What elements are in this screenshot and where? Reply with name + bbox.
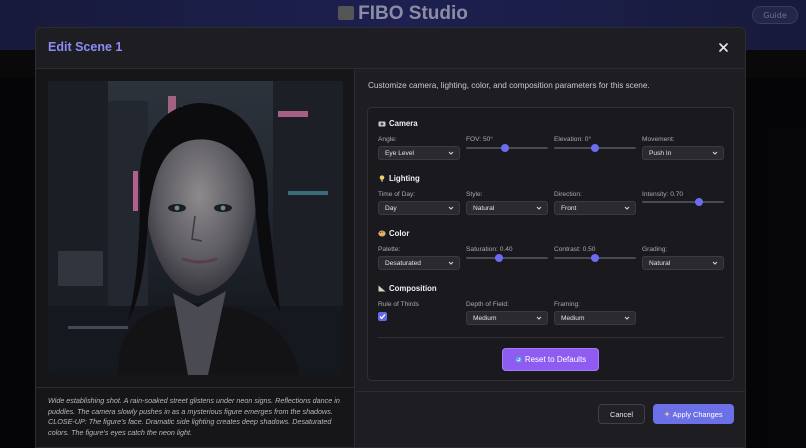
movement-select[interactable]: Push In bbox=[642, 146, 724, 160]
slider-thumb[interactable] bbox=[500, 144, 509, 152]
time-of-day-select[interactable]: Day bbox=[378, 201, 460, 215]
modal-footer: Cancel Apply Changes bbox=[356, 391, 745, 447]
edit-scene-modal: Edit Scene 1 Wide establishing shot. A r… bbox=[35, 27, 746, 448]
chevron-down-icon bbox=[448, 206, 454, 210]
chevron-down-icon bbox=[536, 206, 542, 210]
chevron-down-icon bbox=[448, 151, 454, 155]
saturation-label: Saturation: 0.40 bbox=[466, 246, 513, 253]
scene-preview-image bbox=[48, 81, 343, 375]
angle-label: Angle: bbox=[378, 136, 397, 143]
framing-select[interactable]: Medium bbox=[554, 311, 636, 325]
chevron-down-icon bbox=[624, 206, 630, 210]
palette-value: Desaturated bbox=[385, 259, 421, 267]
fov-label: FOV: 50° bbox=[466, 136, 493, 143]
close-button[interactable] bbox=[715, 39, 731, 55]
direction-value: Front bbox=[561, 204, 577, 212]
rule-of-thirds-label: Rule of Thirds bbox=[378, 301, 419, 308]
slider-thumb[interactable] bbox=[591, 144, 599, 152]
reset-icon bbox=[515, 356, 522, 363]
grading-value: Natural bbox=[649, 259, 671, 267]
guide-button[interactable]: Guide bbox=[752, 6, 798, 24]
close-icon bbox=[718, 42, 728, 52]
intensity-label: Intensity: 0.70 bbox=[642, 191, 684, 198]
slider-track bbox=[466, 257, 548, 260]
angle-select[interactable]: Eye Level bbox=[378, 146, 460, 160]
chevron-down-icon bbox=[536, 316, 542, 320]
scene-description: Wide establishing shot. A rain-soaked st… bbox=[36, 387, 355, 447]
style-select[interactable]: Natural bbox=[466, 201, 548, 215]
lightbulb-icon bbox=[379, 175, 385, 182]
camera-section-title: Camera bbox=[378, 119, 418, 128]
angle-value: Eye Level bbox=[385, 149, 414, 157]
divider bbox=[378, 337, 724, 338]
color-section-title: Color bbox=[378, 229, 409, 238]
framing-value: Medium bbox=[561, 314, 585, 322]
contrast-label: Contrast: 0.50 bbox=[554, 246, 596, 253]
style-value: Natural bbox=[473, 204, 495, 212]
intro-text: Customize camera, lighting, color, and c… bbox=[368, 81, 650, 90]
chevron-down-icon bbox=[712, 151, 718, 155]
preview-pane: Wide establishing shot. A rain-soaked st… bbox=[36, 69, 355, 447]
rule-of-thirds-checkbox[interactable] bbox=[378, 312, 387, 321]
palette-select[interactable]: Desaturated bbox=[378, 256, 460, 270]
grading-label: Grading: bbox=[642, 246, 668, 253]
parameters-card: Camera Angle: Eye Level FOV: 50° Elevati… bbox=[367, 107, 734, 381]
palette-icon bbox=[378, 230, 386, 237]
movement-label: Movement: bbox=[642, 136, 675, 143]
direction-select[interactable]: Front bbox=[554, 201, 636, 215]
fov-slider[interactable] bbox=[466, 144, 548, 152]
time-of-day-label: Time of Day: bbox=[378, 191, 416, 198]
depth-of-field-value: Medium bbox=[473, 314, 497, 322]
app-title: FIBO Studio bbox=[0, 3, 806, 25]
slider-thumb[interactable] bbox=[494, 254, 503, 262]
direction-label: Direction: bbox=[554, 191, 582, 198]
sparkle-icon bbox=[664, 411, 671, 417]
depth-of-field-label: Depth of Field: bbox=[466, 301, 509, 308]
modal-header: Edit Scene 1 bbox=[36, 28, 745, 69]
depth-of-field-select[interactable]: Medium bbox=[466, 311, 548, 325]
chevron-down-icon bbox=[624, 316, 630, 320]
check-icon bbox=[379, 314, 386, 320]
slider-track bbox=[642, 201, 724, 204]
apply-changes-button[interactable]: Apply Changes bbox=[653, 404, 734, 424]
movement-value: Push In bbox=[649, 149, 672, 157]
contrast-slider[interactable] bbox=[554, 254, 636, 262]
chevron-down-icon bbox=[448, 261, 454, 265]
style-label: Style: bbox=[466, 191, 483, 198]
slider-thumb[interactable] bbox=[591, 254, 599, 262]
reset-to-defaults-button[interactable]: Reset to Defaults bbox=[502, 348, 599, 371]
ruler-triangle-icon bbox=[378, 285, 386, 292]
elevation-label: Elevation: 0° bbox=[554, 136, 592, 143]
palette-label: Palette: bbox=[378, 246, 401, 253]
cancel-button[interactable]: Cancel bbox=[598, 404, 645, 424]
camera-icon bbox=[378, 121, 386, 127]
framing-label: Framing: bbox=[554, 301, 581, 308]
grading-select[interactable]: Natural bbox=[642, 256, 724, 270]
clapper-icon bbox=[338, 6, 355, 20]
modal-title: Edit Scene 1 bbox=[48, 40, 123, 54]
lighting-section-title: Lighting bbox=[378, 174, 420, 183]
parameters-pane: Customize camera, lighting, color, and c… bbox=[356, 69, 745, 447]
chevron-down-icon bbox=[712, 261, 718, 265]
composition-section-title: Composition bbox=[378, 284, 437, 293]
intensity-slider[interactable] bbox=[642, 198, 724, 206]
saturation-slider[interactable] bbox=[466, 254, 548, 262]
slider-thumb[interactable] bbox=[695, 198, 704, 206]
time-of-day-value: Day bbox=[385, 204, 397, 212]
elevation-slider[interactable] bbox=[554, 144, 636, 152]
